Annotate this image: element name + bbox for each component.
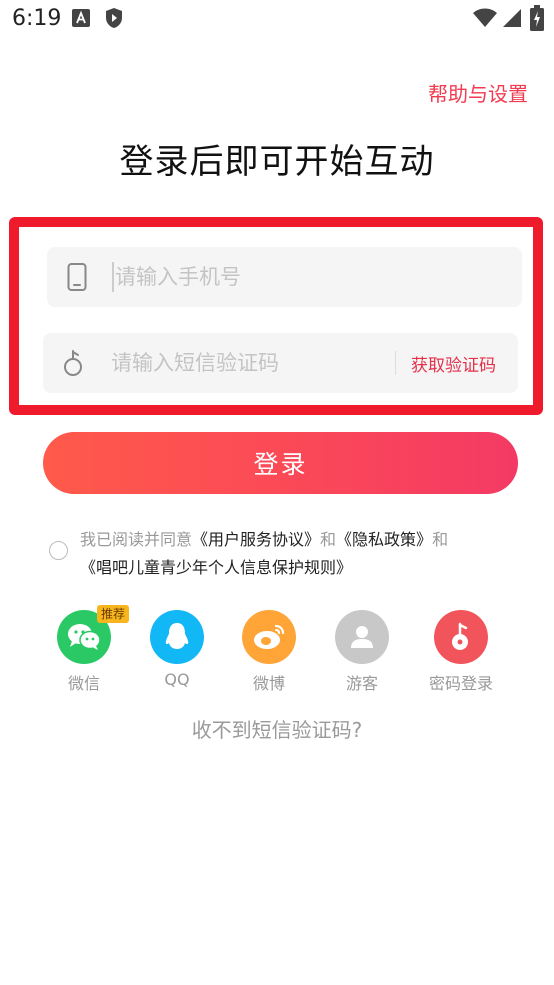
qq-login-button[interactable]: QQ [132, 610, 222, 689]
weibo-circle [242, 610, 296, 664]
user-agreement-link[interactable]: 《用户服务协议》 [192, 530, 320, 549]
signal-icon [503, 9, 521, 27]
wechat-login-button[interactable]: 微信 推荐 [39, 605, 129, 694]
guest-icon [351, 626, 373, 648]
social-label: 游客 [345, 674, 378, 693]
wifi-icon [473, 8, 497, 27]
sms-code-input[interactable] [109, 347, 379, 379]
agreement-line-1: 我已阅读并同意《用户服务协议》和《隐私政策》和 [80, 526, 448, 550]
password-login-circle [434, 610, 488, 664]
phone-field[interactable] [47, 247, 522, 307]
social-label: QQ [164, 670, 190, 689]
agreement-and-1: 和 [320, 530, 337, 549]
wechat-icon [68, 624, 101, 650]
status-bar: 6:19 [0, 0, 554, 40]
agreement-checkbox[interactable] [49, 541, 68, 560]
get-code-button[interactable]: 获取验证码 [411, 351, 496, 376]
password-login-icon [452, 622, 468, 650]
page-title: 登录后即可开始互动 [119, 142, 435, 182]
social-label: 微博 [252, 674, 285, 693]
agreement-line-2: 《唱吧儿童青少年个人信息保护规则》 [80, 554, 352, 578]
login-button[interactable]: 登录 [43, 432, 518, 494]
help-settings-link[interactable]: 帮助与设置 [428, 78, 528, 107]
guest-login-button[interactable]: 游客 [317, 610, 407, 694]
phone-icon [67, 263, 87, 291]
sms-code-field[interactable]: 获取验证码 [43, 333, 518, 393]
agreement-and-2: 和 [432, 530, 449, 549]
guest-circle [335, 610, 389, 664]
field-divider [395, 351, 396, 375]
qq-icon [165, 623, 189, 649]
child-privacy-rules-link[interactable]: 《唱吧儿童青少年个人信息保护规则》 [80, 558, 352, 577]
social-label: 微信 [67, 674, 100, 693]
no-sms-code-link[interactable]: 收不到短信验证码? [0, 714, 554, 743]
social-label: 密码登录 [428, 674, 493, 693]
phone-input[interactable] [113, 261, 493, 293]
qq-circle [150, 610, 204, 664]
weibo-login-button[interactable]: 微博 [224, 610, 314, 694]
notification-a-icon [72, 9, 90, 27]
status-time: 6:19 [12, 6, 62, 31]
weibo-icon [254, 624, 285, 649]
password-login-button[interactable]: 密码登录 [416, 610, 506, 694]
agreement-prefix: 我已阅读并同意 [80, 530, 193, 549]
key-icon [64, 350, 82, 376]
recommend-badge: 推荐 [97, 605, 129, 623]
battery-charging-icon [530, 5, 544, 31]
privacy-policy-link[interactable]: 《隐私政策》 [336, 530, 432, 549]
shield-icon [106, 8, 122, 28]
